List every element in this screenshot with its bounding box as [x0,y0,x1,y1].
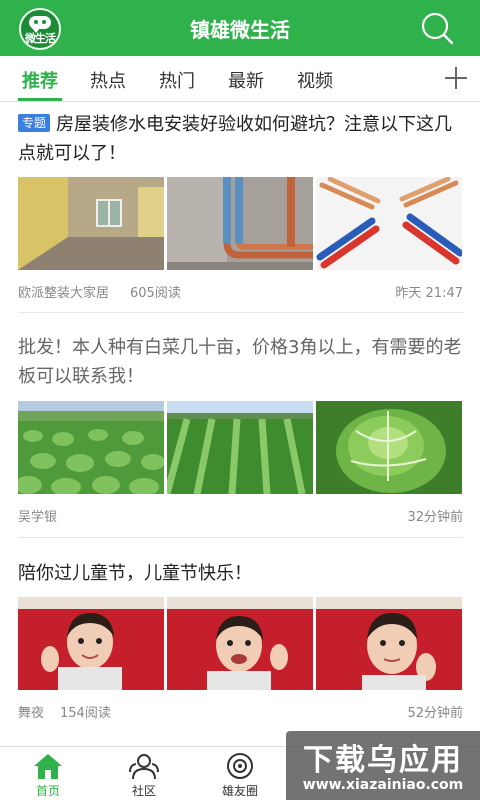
child-photo-1-image[interactable] [18,597,164,690]
friends-circle-icon [227,753,253,779]
child-photo-2-image[interactable] [167,597,313,690]
article-title-text: 房屋装修水电安装好验收如何避坑？注意以下这几点就可以了！ [18,114,453,164]
wall-water-pipes-image[interactable] [167,177,313,270]
cabbage-closeup-image[interactable] [316,401,462,494]
article-title-text: 陪你过儿童节，儿童节快乐！ [18,563,252,584]
nav-home[interactable]: 首页 [0,747,96,800]
divider [18,537,463,538]
child-photo-3-image[interactable] [316,597,462,690]
divider [18,312,463,313]
watermark-text: 下载乌应用 [303,743,463,778]
nav-home-label: 首页 [35,784,60,798]
tab-latest[interactable]: 最新 [228,67,264,93]
article-images [18,597,463,690]
add-channel-icon[interactable] [444,66,468,90]
nav-community-label: 社区 [131,784,156,798]
watermark: 下载乌应用 www.xiazainiao.com [286,731,480,800]
publish-time: 32分钟前 [407,510,463,525]
article-title: 批发！本人种有白菜几十亩，价格3角以上，有需要的老板可以联系我！ [18,333,463,391]
article-title: 陪你过儿童节，儿童节快乐！ [18,559,463,588]
nav-community[interactable]: 社区 [96,747,192,800]
publish-time: 昨天 21:47 [395,286,463,301]
article-source[interactable]: 舞夜 [18,702,44,721]
search-icon[interactable] [420,11,454,45]
feed-item[interactable]: 陪你过儿童节，儿童节快乐！ 舞夜 154阅读 52分钟前 [18,559,463,721]
feed-item[interactable]: 批发！本人种有白菜几十亩，价格3角以上，有需要的老板可以联系我！ 吴学银 32分… [18,333,463,525]
community-icon [129,754,159,780]
tab-popular[interactable]: 热门 [159,67,195,93]
article-source[interactable]: 欧派整装大家居 [18,282,109,301]
tab-recommend[interactable]: 推荐 [22,67,58,93]
article-source[interactable]: 吴学银 [18,506,57,525]
category-tabs: 推荐 热点 热门 最新 视频 [0,56,480,102]
app-header: 微生活 镇雄微生活 [0,0,480,56]
publish-time: 52分钟前 [407,706,463,721]
cabbage-field-image[interactable] [18,401,164,494]
room-under-renovation-image[interactable] [18,177,164,270]
tab-video[interactable]: 视频 [297,67,333,93]
read-count: 605阅读 [130,286,181,301]
watermark-url: www.xiazainiao.com [302,777,464,793]
home-icon [34,754,62,779]
read-count: 154阅读 [60,706,111,721]
article-images [18,177,463,270]
nav-friends-circle-label: 雄友圈 [221,784,258,798]
active-tab-indicator [18,98,62,101]
app-title: 镇雄微生活 [190,18,290,42]
tab-hot-spot[interactable]: 热点 [90,67,126,93]
article-title-text: 批发！本人种有白菜几十亩，价格3角以上，有需要的老板可以联系我！ [18,337,462,387]
cabbage-rows-image[interactable] [167,401,313,494]
feed-item[interactable]: 专题 房屋装修水电安装好验收如何避坑？注意以下这几点就可以了！ 欧派整装大家居 … [18,110,463,301]
copper-wires-image[interactable] [316,177,462,270]
article-title: 专题 房屋装修水电安装好验收如何避坑？注意以下这几点就可以了！ [18,110,463,168]
article-images [18,401,463,494]
nav-friends-circle[interactable]: 雄友圈 [192,747,288,800]
topic-badge: 专题 [18,114,51,132]
